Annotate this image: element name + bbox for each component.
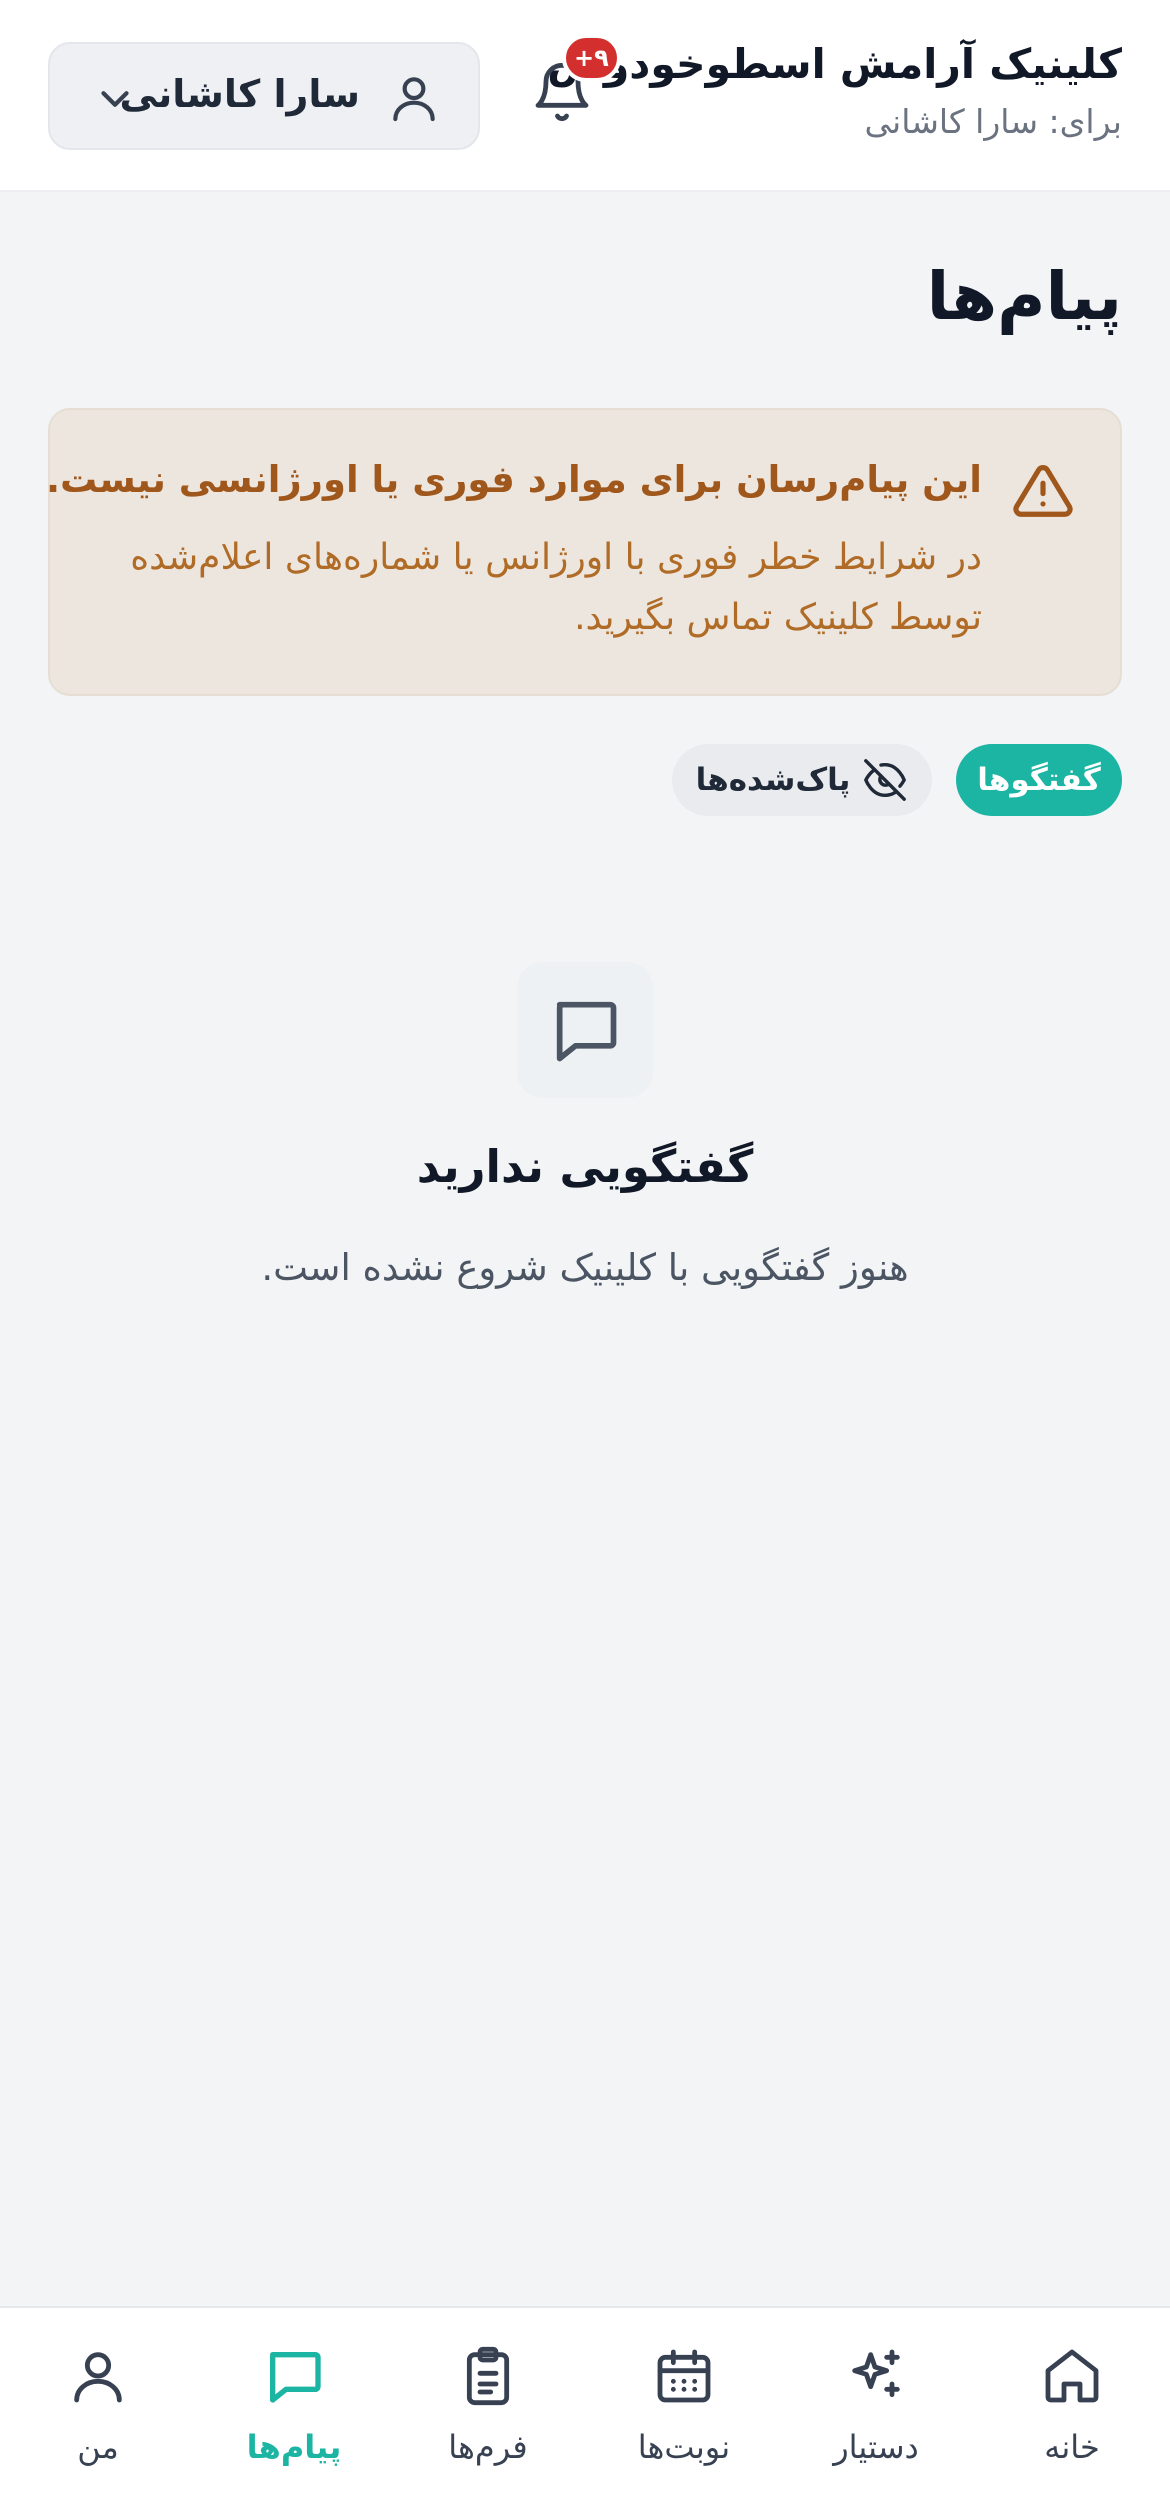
empty-state-icon-box [517, 962, 653, 1098]
warning-title: این پیام‌رسان برای موارد فوری یا اورژانس… [45, 458, 982, 501]
user-icon [393, 77, 435, 122]
app-header: کلینیک آرامش اسطوخودوس برای: سارا کاشانی… [0, 0, 1170, 192]
user-picker-name: سارا کاشانی [119, 72, 361, 116]
tab-conversations[interactable]: گفتگوها [956, 744, 1122, 816]
user-picker-button[interactable]: سارا کاشانی [48, 42, 480, 150]
nav-item-messages[interactable]: پیام‌ها [196, 2344, 392, 2474]
warning-triangle-icon [1013, 465, 1073, 517]
eye-off-icon [864, 759, 907, 801]
nav-item-appointments[interactable]: نوبت‌ها [586, 2344, 782, 2474]
nav-label-me: من [77, 2428, 119, 2466]
nav-label-appointments: نوبت‌ها [637, 2428, 731, 2466]
clinic-name: کلینیک آرامش اسطوخودوس [547, 40, 1122, 88]
nav-label-home: خانه [1044, 2428, 1100, 2466]
chevron-down-icon [101, 91, 129, 107]
chat-bubble-icon [556, 1001, 617, 1062]
sparkle-icon [852, 2349, 900, 2398]
nav-item-forms[interactable]: فرم‌ها [390, 2344, 586, 2474]
nav-item-assistant[interactable]: دستیار [778, 2344, 974, 2474]
bottom-nav: خانه دستیار نوبت‌ها فرم‌ها پیام‌ها [0, 2306, 1170, 2496]
warning-body: در شرایط خطر فوری با اورژانس یا شماره‌ها… [130, 537, 982, 638]
nav-label-assistant: دستیار [833, 2428, 919, 2466]
person-icon [74, 2352, 122, 2403]
nav-item-me[interactable]: من [0, 2344, 196, 2474]
page-title: پیام‌ها [926, 258, 1122, 335]
empty-state-title: گفتگویی ندارید [416, 1140, 754, 1193]
message-icon [270, 2352, 321, 2403]
urgent-warning-banner: این پیام‌رسان برای موارد فوری یا اورژانس… [45, 408, 1122, 696]
calendar-icon [657, 2349, 711, 2403]
tab-cleared[interactable]: پاک‌شده‌ها [672, 744, 932, 816]
notification-badge: ۹+ [562, 34, 621, 82]
nav-label-forms: فرم‌ها [448, 2428, 528, 2466]
for-user-label: برای: سارا کاشانی [864, 102, 1122, 141]
clipboard-icon [466, 2346, 510, 2406]
tab-cleared-label: پاک‌شده‌ها [695, 762, 851, 798]
empty-state-subtitle: هنوز گفتگویی با کلینیک شروع نشده است. [261, 1246, 909, 1289]
home-icon [1045, 2349, 1099, 2403]
nav-label-messages: پیام‌ها [246, 2428, 342, 2466]
nav-item-home[interactable]: خانه [974, 2344, 1170, 2474]
